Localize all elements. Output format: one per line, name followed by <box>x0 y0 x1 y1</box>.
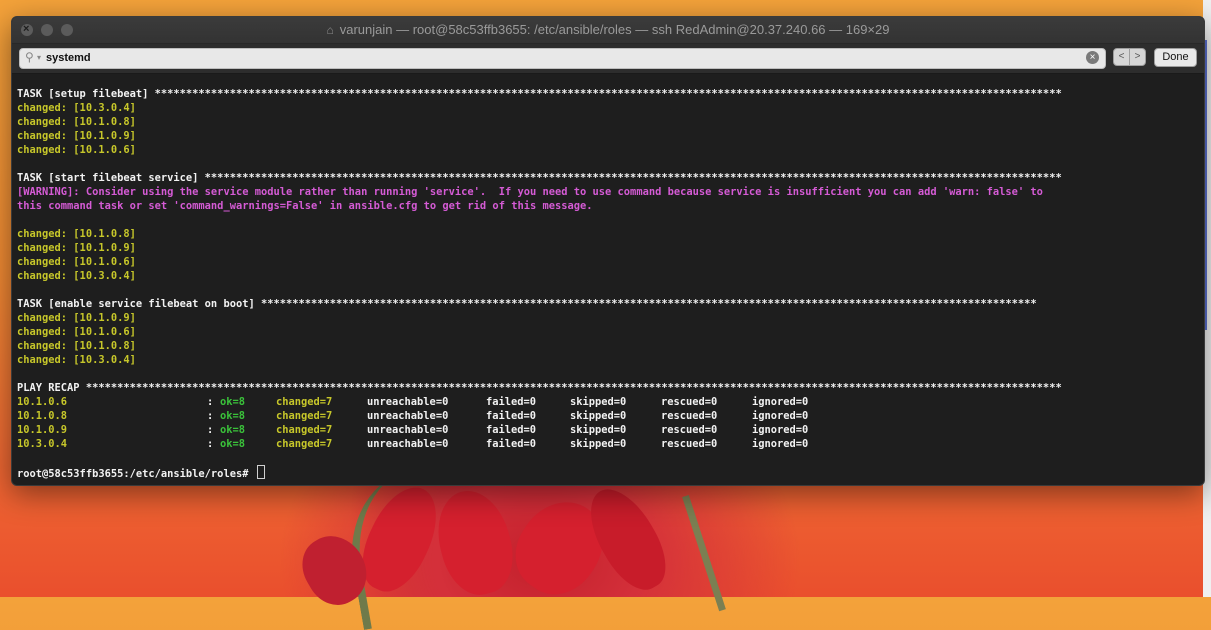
recap-ignored: ignored=0 <box>752 424 809 436</box>
text-cursor <box>256 465 265 479</box>
recap-row: 10.1.0.6: ok=8 changed=7 unreachable=0 faile… <box>17 396 809 408</box>
recap-changed: changed=7 <box>276 396 333 408</box>
recap-failed: failed=0 <box>486 438 537 450</box>
task-header: TASK [enable service filebeat on boot] *… <box>17 298 1037 310</box>
recap-failed: failed=0 <box>486 410 537 422</box>
task-result-line: changed: [10.1.0.6] <box>17 144 136 156</box>
recap-failed: failed=0 <box>486 396 537 408</box>
recap-row: 10.1.0.9: ok=8 changed=7 unreachable=0 faile… <box>17 424 809 436</box>
recap-header: PLAY RECAP *****************************… <box>17 382 1062 394</box>
flower-stem <box>682 488 745 612</box>
task-result-line: changed: [10.1.0.9] <box>17 312 136 324</box>
recap-skipped: skipped=0 <box>570 396 627 408</box>
task-result-line: changed: [10.1.0.9] <box>17 130 136 142</box>
search-icon: ⚲ <box>25 50 34 64</box>
recap-failed: failed=0 <box>486 424 537 436</box>
search-field[interactable]: ⚲ ▾ × <box>19 48 1106 69</box>
find-previous-button[interactable]: < <box>1113 48 1130 66</box>
recap-skipped: skipped=0 <box>570 424 627 436</box>
recap-row: 10.1.0.8: ok=8 changed=7 unreachable=0 faile… <box>17 410 809 422</box>
recap-ignored: ignored=0 <box>752 396 809 408</box>
shell-prompt-line[interactable]: root@58c53ffb3655:/etc/ansible/roles# <box>17 465 1199 480</box>
find-bar: ⚲ ▾ × < > Done <box>12 44 1204 74</box>
recap-rescued: rescued=0 <box>661 424 718 436</box>
recap-unreachable: unreachable=0 <box>367 424 449 436</box>
recap-ok: ok=8 <box>220 438 246 450</box>
recap-ignored: ignored=0 <box>752 438 809 450</box>
close-icon: × <box>1089 52 1096 63</box>
task-result-line: changed: [10.1.0.6] <box>17 326 136 338</box>
task-result-line: changed: [10.1.0.8] <box>17 116 136 128</box>
recap-host: 10.1.0.8 <box>17 410 68 422</box>
task-result-line: changed: [10.1.0.6] <box>17 256 136 268</box>
task-result-line: changed: [10.3.0.4] <box>17 270 136 282</box>
title-bar[interactable]: × ⌂ varunjain — root@58c53ffb3655: /etc/a… <box>12 17 1204 44</box>
recap-host: 10.1.0.9 <box>17 424 68 436</box>
find-next-button[interactable]: > <box>1129 48 1146 66</box>
recap-ignored: ignored=0 <box>752 410 809 422</box>
shell-prompt: root@58c53ffb3655:/etc/ansible/roles# <box>17 468 255 480</box>
recap-skipped: skipped=0 <box>570 438 627 450</box>
recap-changed: changed=7 <box>276 438 333 450</box>
task-result-line: changed: [10.3.0.4] <box>17 102 136 114</box>
terminal-window[interactable]: × ⌂ varunjain — root@58c53ffb3655: /etc/a… <box>11 16 1205 486</box>
clear-search-button[interactable]: × <box>1086 51 1099 64</box>
recap-unreachable: unreachable=0 <box>367 410 449 422</box>
recap-skipped: skipped=0 <box>570 410 627 422</box>
warning-line: [WARNING]: Consider using the service mo… <box>17 186 1043 198</box>
task-result-line: changed: [10.1.0.8] <box>17 340 136 352</box>
recap-unreachable: unreachable=0 <box>367 438 449 450</box>
recap-host: 10.3.0.4 <box>17 438 68 450</box>
task-result-line: changed: [10.1.0.9] <box>17 242 136 254</box>
task-header: TASK [setup filebeat] ******************… <box>17 88 1062 100</box>
window-title-text: varunjain — root@58c53ffb3655: /etc/ansi… <box>339 22 890 37</box>
window-title: ⌂ varunjain — root@58c53ffb3655: /etc/ans… <box>12 22 1204 37</box>
home-icon: ⌂ <box>326 23 334 37</box>
recap-host: 10.1.0.6 <box>17 396 68 408</box>
recap-changed: changed=7 <box>276 410 333 422</box>
recap-changed: changed=7 <box>276 424 333 436</box>
recap-rescued: rescued=0 <box>661 396 718 408</box>
search-input[interactable] <box>46 50 1046 66</box>
recap-ok: ok=8 <box>220 424 246 436</box>
recap-unreachable: unreachable=0 <box>367 396 449 408</box>
recap-rescued: rescued=0 <box>661 410 718 422</box>
recap-rescued: rescued=0 <box>661 438 718 450</box>
task-header: TASK [start filebeat service] **********… <box>17 172 1062 184</box>
task-result-line: changed: [10.3.0.4] <box>17 354 136 366</box>
terminal-output[interactable]: TASK [setup filebeat] ******************… <box>12 73 1204 485</box>
recap-ok: ok=8 <box>220 410 246 422</box>
warning-line: this command task or set 'command_warnin… <box>17 200 593 212</box>
recap-row: 10.3.0.4: ok=8 changed=7 unreachable=0 faile… <box>17 438 809 450</box>
done-button[interactable]: Done <box>1154 48 1197 67</box>
recap-ok: ok=8 <box>220 396 246 408</box>
chevron-down-icon[interactable]: ▾ <box>37 53 41 62</box>
task-result-line: changed: [10.1.0.8] <box>17 228 136 240</box>
